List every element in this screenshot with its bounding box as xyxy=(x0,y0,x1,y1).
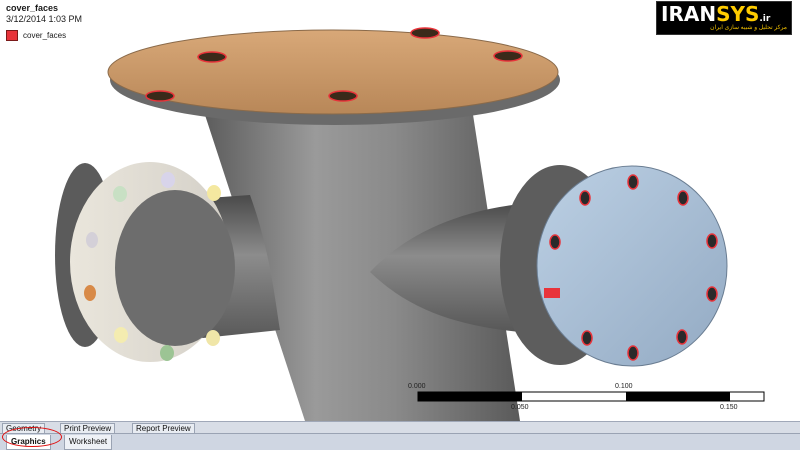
scale-bar xyxy=(417,391,765,402)
left-flange-hole xyxy=(207,185,221,201)
left-flange-hole xyxy=(86,232,98,248)
left-flange-hole xyxy=(113,186,127,202)
graphics-viewport[interactable]: cover_faces 3/12/2014 1:03 PM cover_face… xyxy=(0,0,800,421)
left-flange-bore xyxy=(115,190,235,346)
tab-worksheet[interactable]: Worksheet xyxy=(64,435,113,450)
logo-main-a: IRAN xyxy=(661,2,717,26)
legend-label: cover_faces xyxy=(23,31,67,40)
result-date: 3/12/2014 1:03 PM xyxy=(6,14,83,24)
scale-label-2: 0.100 xyxy=(615,383,633,390)
mode-tab-bar: Graphics Worksheet xyxy=(0,433,800,450)
left-flange-hole xyxy=(161,172,175,188)
top-cover-face xyxy=(107,29,559,115)
iransys-logo: IRANSYS.ir مرکز تحلیل و شبیه سازی ایران xyxy=(656,1,792,35)
scale-label-1: 0.050 xyxy=(511,404,529,411)
logo-main-b: SYS xyxy=(716,2,760,26)
scale-label-0: 0.000 xyxy=(408,383,426,390)
left-flange-hole xyxy=(114,327,128,343)
app-window: cover_faces 3/12/2014 1:03 PM cover_face… xyxy=(0,0,800,450)
legend-swatch xyxy=(6,30,18,41)
left-flange-hole xyxy=(160,345,174,361)
legend: cover_faces xyxy=(6,30,66,41)
left-flange-hole xyxy=(206,330,220,346)
model-view[interactable] xyxy=(0,0,800,421)
logo-text: IRANSYS.ir xyxy=(661,2,770,26)
logo-tld: .ir xyxy=(759,14,771,24)
scale-label-3: 0.150 xyxy=(720,404,738,411)
left-flange-hole xyxy=(84,285,96,301)
highlight-annotation xyxy=(2,427,62,447)
right-cover-face xyxy=(536,165,728,367)
result-title: cover_faces xyxy=(6,3,59,13)
logo-subtitle: مرکز تحلیل و شبیه سازی ایران xyxy=(710,25,787,31)
